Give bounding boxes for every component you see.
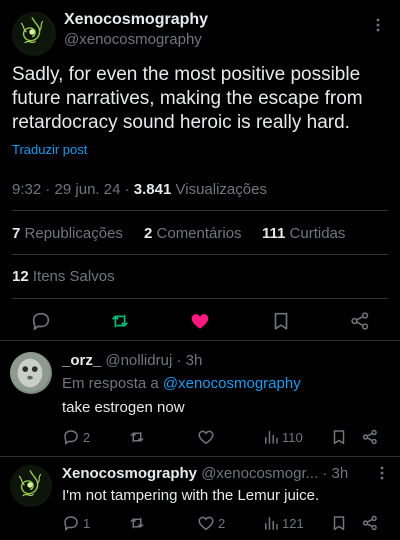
replying-prefix: Em resposta a [62, 375, 159, 392]
divider [12, 210, 388, 211]
bookmark-icon[interactable] [270, 310, 292, 332]
views-count: 110 [282, 429, 303, 445]
reply-header: Xenocosmography @xenocosmogr... · 3h [62, 465, 348, 482]
reposts-label: Republicações [24, 225, 123, 242]
reply-count: 1 [83, 515, 91, 531]
separator: · [124, 181, 130, 198]
repost-icon[interactable] [128, 514, 146, 532]
views-chart-icon [265, 517, 278, 530]
tweet-text: Sadly, for even the most positive possib… [12, 64, 363, 133]
comments-count: 2 [144, 225, 153, 242]
author-name[interactable]: Xenocosmography [64, 11, 208, 29]
like-icon[interactable] [189, 310, 211, 332]
reply-comment-action[interactable]: 1 [62, 514, 90, 532]
reply-author-name[interactable]: Xenocosmography [62, 465, 197, 482]
like-icon[interactable] [197, 428, 215, 446]
reply-icon[interactable] [30, 310, 52, 332]
reposts-stat[interactable]: 7 Republicações [12, 225, 123, 242]
views-chart-icon [265, 431, 278, 444]
reply-avatar[interactable] [10, 352, 52, 394]
reply-time[interactable]: 3h [332, 465, 349, 482]
more-options-icon[interactable] [374, 18, 382, 32]
likes-count: 111 [262, 225, 286, 242]
likes-stat[interactable]: 111 Curtidas [262, 225, 345, 242]
author-handle[interactable]: @xenocosmography [64, 31, 202, 48]
reply-text: I'm not tampering with the Lemur juice. [62, 487, 320, 504]
reply-author-handle[interactable]: @nollidruj [105, 352, 172, 369]
saved-label: Itens Salvos [32, 268, 115, 285]
views-count: 121 [282, 515, 304, 531]
reply-icon [64, 516, 78, 531]
comments-label: Comentários [156, 225, 242, 242]
reply-icon [64, 430, 78, 445]
reply-avatar[interactable] [10, 465, 52, 507]
like-action[interactable]: 2 [197, 514, 225, 532]
separator: · [176, 352, 182, 369]
separator: · [322, 465, 328, 482]
divider [12, 298, 388, 299]
reposts-count: 7 [12, 225, 21, 242]
reply-count: 2 [83, 429, 91, 445]
bookmark-icon[interactable] [330, 514, 348, 532]
reply-text: take estrogen now [62, 399, 185, 416]
likes-label: Curtidas [289, 225, 346, 242]
comments-stat[interactable]: 2 Comentários [144, 225, 242, 242]
tweet-meta: 9:32 · 29 jun. 24 · 3.841 Visualizações [12, 181, 267, 198]
separator: · [45, 181, 51, 198]
translate-link[interactable]: Traduzir post [12, 142, 87, 157]
replying-mention[interactable]: @xenocosmography [163, 375, 301, 392]
share-icon[interactable] [349, 310, 371, 332]
reply-header: _orz_ @nollidruj · 3h [62, 352, 202, 369]
share-icon[interactable] [361, 514, 379, 532]
divider [0, 456, 400, 457]
reply-author-handle[interactable]: @xenocosmogr... [201, 465, 318, 482]
views-count: 3.841 [133, 181, 172, 198]
reply-avatar-image-icon [10, 352, 50, 392]
like-count: 2 [218, 515, 226, 531]
reply-time[interactable]: 3h [186, 352, 203, 369]
repost-icon[interactable] [128, 428, 146, 446]
views-label: Visualizações [175, 181, 267, 198]
saved-count: 12 [12, 268, 29, 285]
like-icon [198, 516, 214, 531]
repost-icon[interactable] [109, 310, 131, 332]
xeno-emblem-icon [12, 12, 52, 52]
tweet-time[interactable]: 9:32 [12, 181, 41, 198]
reply-comment-action[interactable]: 2 [62, 428, 90, 446]
reply-author-name[interactable]: _orz_ [62, 352, 101, 369]
views-action[interactable]: 121 [262, 514, 304, 532]
bookmark-icon[interactable] [330, 428, 348, 446]
views-action[interactable]: 110 [262, 428, 303, 446]
author-avatar[interactable] [12, 12, 56, 56]
divider [0, 340, 400, 341]
saved-stat[interactable]: 12 Itens Salvos [12, 268, 115, 285]
replying-to: Em resposta a @xenocosmography [62, 375, 301, 392]
divider [12, 254, 388, 255]
share-icon[interactable] [361, 428, 379, 446]
xeno-emblem-icon [10, 465, 50, 505]
more-options-icon[interactable] [380, 466, 384, 485]
tweet-date[interactable]: 29 jun. 24 [55, 181, 121, 198]
